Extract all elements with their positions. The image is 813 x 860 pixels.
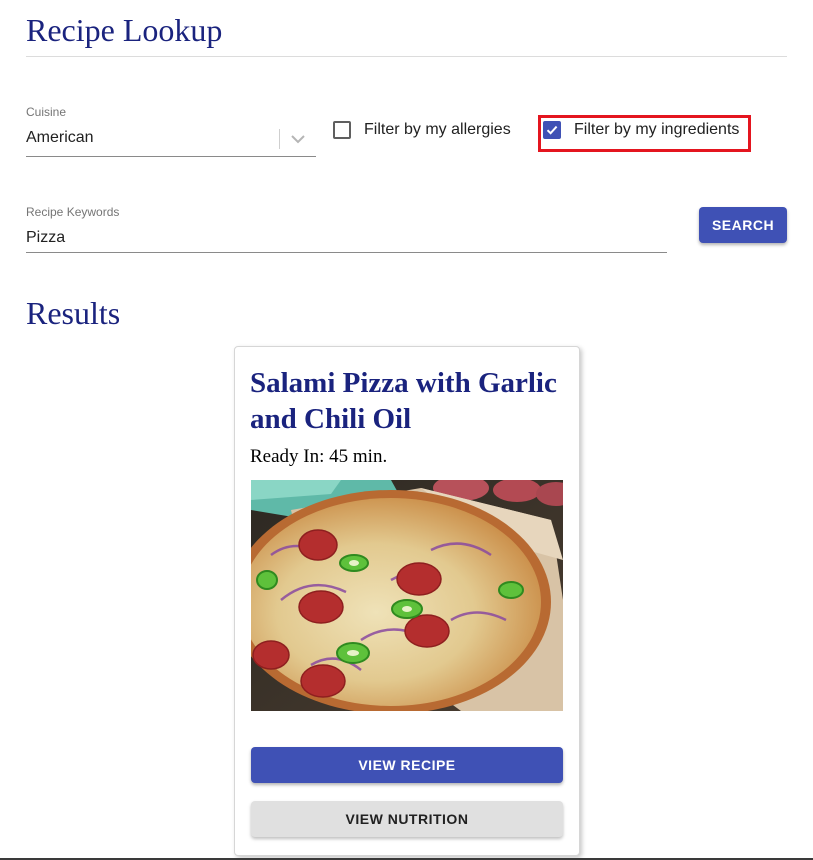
keywords-label: Recipe Keywords <box>26 205 120 219</box>
page-title: Recipe Lookup <box>26 12 223 48</box>
view-nutrition-button[interactable]: VIEW NUTRITION <box>251 801 563 837</box>
highlight-box <box>538 115 751 152</box>
select-separator <box>279 129 280 149</box>
filter-allergies-label: Filter by my allergies <box>364 121 511 138</box>
chevron-down-icon[interactable] <box>287 126 309 150</box>
recipe-title: Salami Pizza with Garlic and Chili Oil <box>250 367 557 435</box>
filter-allergies-checkbox[interactable]: Filter by my allergies <box>333 120 511 140</box>
divider <box>26 56 787 57</box>
view-recipe-button[interactable]: VIEW RECIPE <box>251 747 563 783</box>
cuisine-label: Cuisine <box>26 105 67 119</box>
keywords-input[interactable] <box>26 227 666 249</box>
ready-in-text: Ready In: 45 min. <box>250 446 388 467</box>
checkbox-unchecked-icon[interactable] <box>333 121 351 139</box>
keywords-underline <box>26 252 667 253</box>
cuisine-underline <box>26 156 316 157</box>
recipe-image <box>251 480 563 711</box>
cuisine-value: American <box>26 129 94 146</box>
search-button[interactable]: SEARCH <box>699 207 787 243</box>
results-heading: Results <box>26 295 121 331</box>
